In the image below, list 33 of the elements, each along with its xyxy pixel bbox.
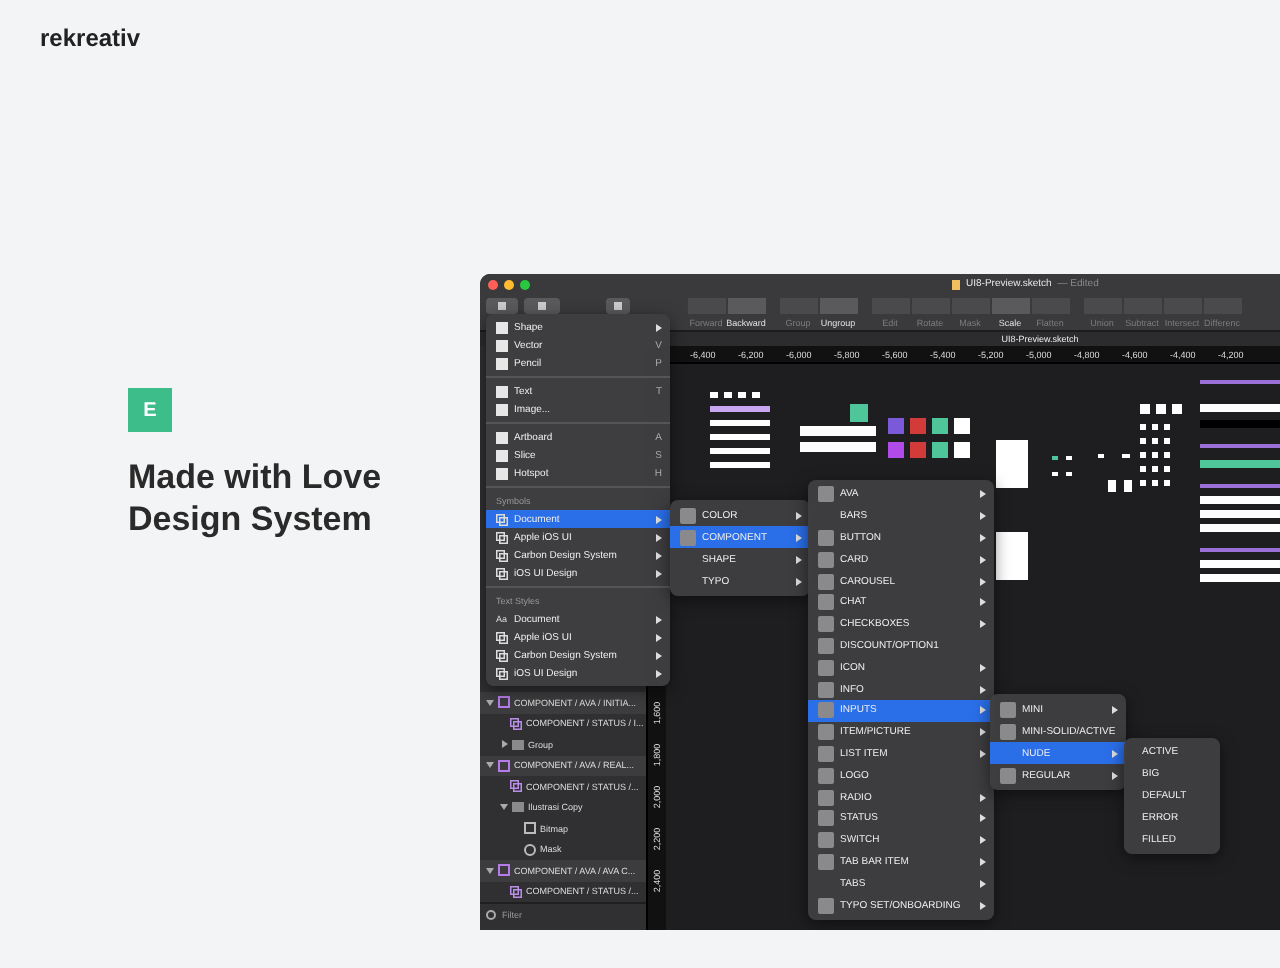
disclosure-triangle-icon[interactable] [486,699,494,706]
square-icon [496,339,508,351]
square-icon [538,302,546,310]
logo-badge: E [128,388,172,432]
document-icon [952,279,960,289]
linked-squares-icon [510,717,522,730]
square-icon [496,403,508,415]
zoom-button[interactable] [520,279,530,289]
square-icon [496,385,508,397]
folder-icon [512,739,524,750]
square-icon [496,357,508,369]
view-button[interactable] [524,298,560,314]
folder-icon [512,802,524,813]
square-icon [496,321,508,333]
square-icon [614,302,622,310]
square-icon [496,449,508,461]
brand-logo-text: rekreativ [40,24,141,52]
create-symbol-button[interactable] [606,298,630,314]
artboard-icon [498,696,510,709]
close-button[interactable] [488,279,498,289]
minimize-button[interactable] [504,279,514,289]
circle-icon [524,843,536,856]
insert-button[interactable] [486,298,518,314]
artboard-icon [498,759,510,772]
disclosure-triangle-icon[interactable] [486,867,494,874]
artboard-icon [498,864,510,877]
linked-squares-icon [510,885,522,898]
square-icon [496,467,508,479]
disclosure-triangle-icon[interactable] [486,762,494,769]
linked-squares-icon [510,780,522,793]
square-icon [496,431,508,443]
image-icon [524,822,536,835]
headline: Made with Love Design System [128,456,384,540]
